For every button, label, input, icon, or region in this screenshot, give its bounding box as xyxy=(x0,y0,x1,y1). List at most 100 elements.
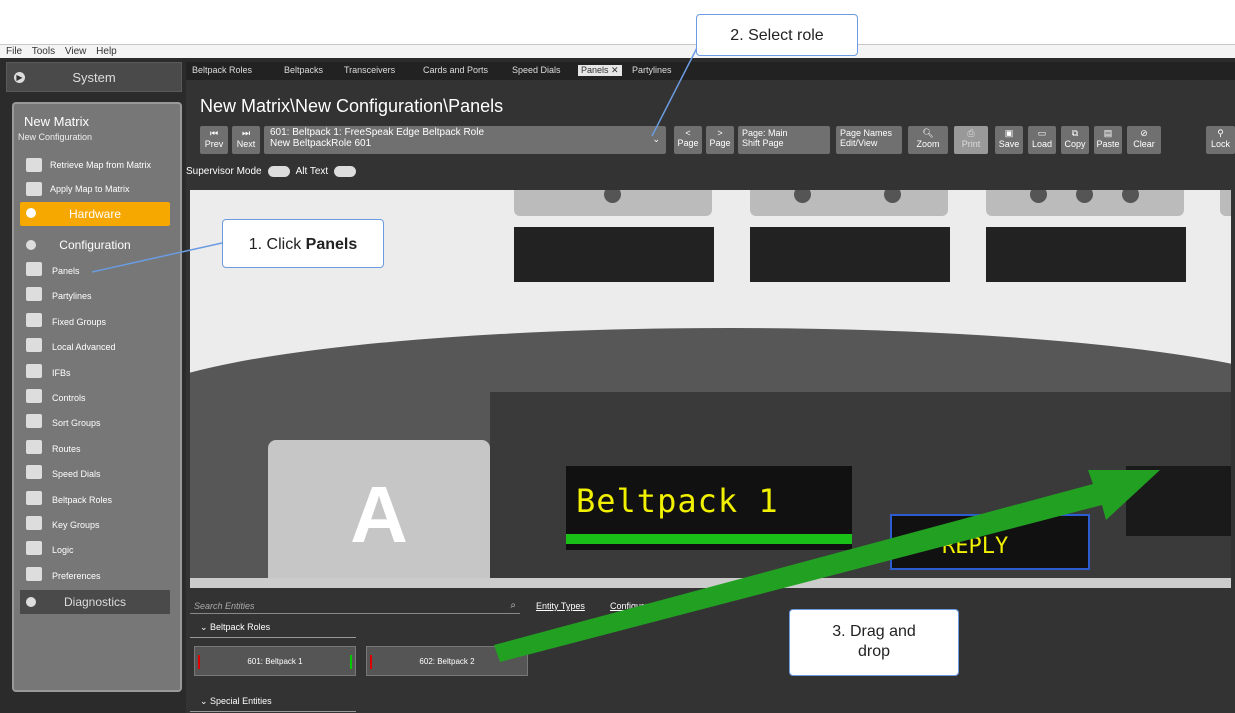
retrieve-map-button[interactable]: Retrieve Map from Matrix xyxy=(20,156,151,174)
load-button[interactable]: ▭ Load xyxy=(1028,126,1056,154)
controls-icon xyxy=(26,389,42,403)
tab-beltpacks[interactable]: Beltpacks xyxy=(284,65,323,75)
page-forward-label: Page xyxy=(709,138,731,148)
diagnostics-header[interactable]: Diagnostics xyxy=(20,590,170,614)
sidebar-item-label: Preferences xyxy=(52,570,101,581)
top-key-3[interactable] xyxy=(986,190,1184,216)
hardware-label: Hardware xyxy=(68,207,122,221)
apply-icon xyxy=(26,182,42,196)
key-a-button[interactable]: A xyxy=(268,440,490,578)
sidebar-item-label: Partylines xyxy=(52,291,92,302)
sidebar-item-ifbs[interactable]: IFBs xyxy=(20,362,170,384)
sidebar-item-sort-groups[interactable]: Sort Groups xyxy=(20,412,170,434)
partylines-icon xyxy=(26,287,42,302)
lock-button[interactable]: ⚲ Lock xyxy=(1206,126,1235,154)
hardware-header[interactable]: Hardware xyxy=(20,202,170,226)
sidebar-item-beltpack-roles[interactable]: Beltpack Roles xyxy=(20,489,170,511)
callout-1-text: 1. Click xyxy=(248,236,306,253)
page-names-button[interactable]: Page Names Edit/View xyxy=(836,126,902,154)
menu-tools[interactable]: Tools xyxy=(32,46,55,57)
configuration-header[interactable]: Configuration xyxy=(20,234,170,256)
sidebar-item-key-groups[interactable]: Key Groups xyxy=(20,514,170,536)
toolbar: ⏮ Prev ⏭ Next 601: Beltpack 1: FreeSpeak E… xyxy=(200,126,1235,156)
expand-icon xyxy=(26,208,36,218)
copy-button[interactable]: ⧉ Copy xyxy=(1061,126,1089,154)
sidebar-item-label: Logic xyxy=(52,545,74,556)
sidebar-item-label: Local Advanced xyxy=(52,342,116,353)
page-back-button[interactable]: < Page xyxy=(674,126,702,154)
chevron-left-icon: < xyxy=(685,128,691,138)
sidebar-item-panels[interactable]: Panels xyxy=(20,260,170,282)
clear-button[interactable]: ⊘ Clear xyxy=(1127,126,1161,154)
matrix-panel: New Matrix New Configuration Retrieve Ma… xyxy=(12,102,182,692)
sidebar-item-controls[interactable]: Controls xyxy=(20,387,170,409)
role-line1: 601: Beltpack 1: FreeSpeak Edge Beltpack… xyxy=(270,127,485,138)
page-forward-button[interactable]: > Page xyxy=(706,126,734,154)
page-main-select[interactable]: Page: Main Shift Page xyxy=(738,126,830,154)
fixed-groups-icon xyxy=(26,312,42,327)
sidebar-item-preferences[interactable]: Preferences xyxy=(20,565,170,587)
sidebar: ▶ System New Matrix New Configuration Ret… xyxy=(6,62,182,713)
special-entities-section[interactable]: ⌄ Special Entities xyxy=(190,694,356,712)
menu-file[interactable]: File xyxy=(6,46,22,57)
tab-partylines[interactable]: Partylines xyxy=(632,65,672,75)
role-line2: New BeltpackRole 601 xyxy=(270,138,372,149)
sidebar-item-logic[interactable]: Logic xyxy=(20,539,170,561)
apply-map-button[interactable]: Apply Map to Matrix xyxy=(20,180,130,198)
drop-target-lcd[interactable] xyxy=(1126,466,1231,536)
paste-label: Paste xyxy=(1096,139,1120,149)
configure-link[interactable]: Configure Pa xyxy=(610,601,663,611)
role-select[interactable]: 601: Beltpack 1: FreeSpeak Edge Beltpack… xyxy=(264,126,666,154)
section-label: Special Entities xyxy=(210,696,272,706)
speed-dials-icon xyxy=(26,465,42,480)
printer-icon: ⎙ xyxy=(967,128,975,138)
preferences-icon xyxy=(26,566,42,581)
beltpack-roles-section[interactable]: ⌄ Beltpack Roles xyxy=(190,620,356,638)
sidebar-item-speed-dials[interactable]: Speed Dials xyxy=(20,463,170,485)
main-area: Beltpack Roles Beltpacks Transceivers Cards… xyxy=(186,62,1235,713)
beltpack-lcd[interactable]: Beltpack 1 xyxy=(566,466,852,550)
diagnostics-label: Diagnostics xyxy=(63,595,127,609)
tab-panels[interactable]: Panels ✕ xyxy=(578,65,622,76)
entity-beltpack-1[interactable]: 601: Beltpack 1 xyxy=(194,646,356,676)
paste-button[interactable]: ▤ Paste xyxy=(1094,126,1122,154)
sidebar-item-fixed-groups[interactable]: Fixed Groups xyxy=(20,311,170,333)
sidebar-item-local-advanced[interactable]: Local Advanced xyxy=(20,336,170,358)
print-button[interactable]: ⎙ Print xyxy=(954,126,988,154)
section-label: Beltpack Roles xyxy=(210,622,271,632)
menu-view[interactable]: View xyxy=(65,46,87,57)
sidebar-item-partylines[interactable]: Partylines xyxy=(20,285,170,307)
save-button[interactable]: ▣ Save xyxy=(995,126,1023,154)
retrieve-map-label: Retrieve Map from Matrix xyxy=(50,160,152,170)
expand-icon xyxy=(26,597,36,607)
entity-types-link[interactable]: Entity Types xyxy=(536,601,585,611)
system-header[interactable]: ▶ System xyxy=(6,62,182,92)
tab-transceivers[interactable]: Transceivers xyxy=(344,65,395,75)
top-key-1[interactable] xyxy=(514,190,712,216)
config-name: New Configuration xyxy=(18,132,93,142)
prev-icon: ⏮ xyxy=(209,128,219,138)
system-label: System xyxy=(72,70,116,85)
prev-button[interactable]: ⏮ Prev xyxy=(200,126,228,154)
tab-beltpack-roles[interactable]: Beltpack Roles xyxy=(192,65,252,75)
entity-beltpack-2[interactable]: 602: Beltpack 2 xyxy=(366,646,528,676)
lock-label: Lock xyxy=(1210,139,1230,149)
matrix-title: New Matrix xyxy=(24,114,90,129)
tab-speed-dials[interactable]: Speed Dials xyxy=(512,65,561,75)
search-input[interactable]: Search Entities ⌕ xyxy=(190,598,520,614)
top-key-2[interactable] xyxy=(750,190,948,216)
tab-cards-and-ports[interactable]: Cards and Ports xyxy=(423,65,488,75)
page-back-label: Page xyxy=(677,138,699,148)
apply-map-label: Apply Map to Matrix xyxy=(50,184,130,194)
top-key-4[interactable] xyxy=(1220,190,1231,216)
menu-help[interactable]: Help xyxy=(96,46,117,57)
alt-text-toggle[interactable] xyxy=(334,166,357,177)
zoom-button[interactable]: 🔍︎ Zoom xyxy=(908,126,948,154)
horizontal-scrollbar[interactable] xyxy=(190,578,1231,588)
supervisor-mode-toggle[interactable] xyxy=(267,166,290,177)
lcd-label: Beltpack 1 xyxy=(576,482,779,520)
sidebar-item-routes[interactable]: Routes xyxy=(20,438,170,460)
chevron-right-icon: > xyxy=(717,128,723,138)
next-button[interactable]: ⏭ Next xyxy=(232,126,260,154)
reply-lcd[interactable]: REPLY xyxy=(890,514,1090,570)
